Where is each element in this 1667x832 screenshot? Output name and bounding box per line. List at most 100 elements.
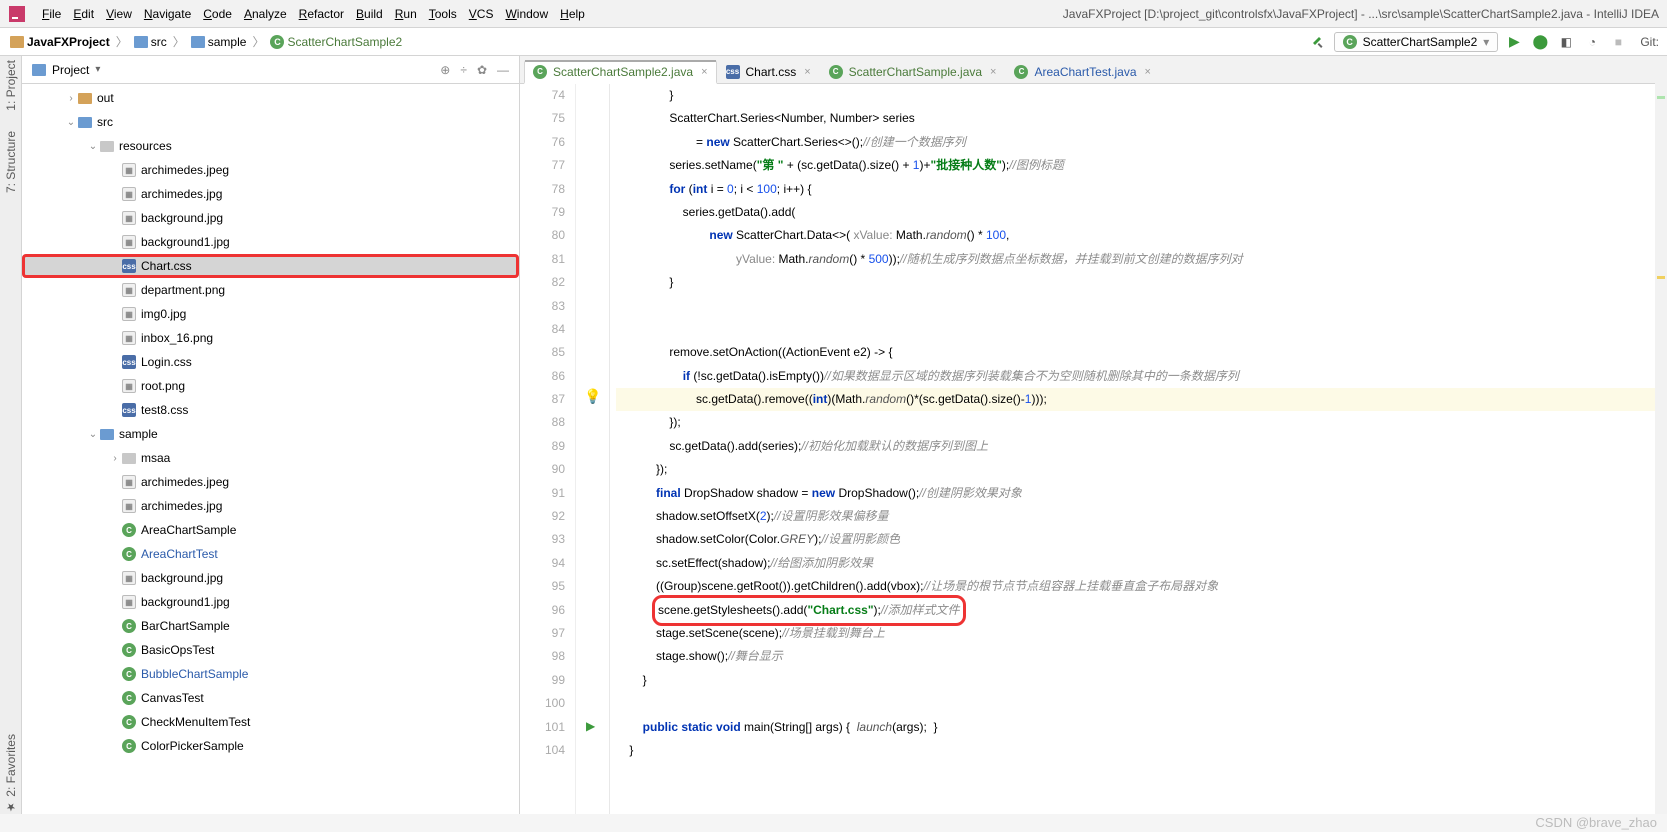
gear-icon[interactable]: ✿ (477, 63, 487, 77)
tree-item-BubbleChartSample[interactable]: CBubbleChartSample (22, 662, 519, 686)
tree-item-ColorPickerSample[interactable]: CColorPickerSample (22, 734, 519, 758)
code-line-88[interactable]: }); (616, 411, 1667, 434)
code-line-79[interactable]: series.getData().add( (616, 201, 1667, 224)
menu-window[interactable]: Window (499, 7, 554, 21)
tree-item-BasicOpsTest[interactable]: CBasicOpsTest (22, 638, 519, 662)
code-line-104[interactable]: } (616, 739, 1667, 762)
tab-ScatterChartSample.java[interactable]: CScatterChartSample.java× (820, 59, 1006, 83)
coverage-icon[interactable]: ◧ (1556, 32, 1576, 52)
tree-item-background.jpg[interactable]: ▦background.jpg (22, 206, 519, 230)
code-editor[interactable]: } ScatterChart.Series<Number, Number> se… (610, 84, 1667, 814)
tree-item-BarChartSample[interactable]: CBarChartSample (22, 614, 519, 638)
tree-item-archimedes.jpeg[interactable]: ▦archimedes.jpeg (22, 470, 519, 494)
close-icon[interactable]: × (701, 66, 707, 78)
run-icon[interactable]: ▶ (1504, 32, 1524, 52)
code-line-92[interactable]: shadow.setOffsetX(2);//设置阴影效果偏移量 (616, 505, 1667, 528)
menu-view[interactable]: View (100, 7, 138, 21)
tree-item-src[interactable]: ⌄src (22, 110, 519, 134)
menu-file[interactable]: File (36, 7, 67, 21)
code-line-82[interactable]: } (616, 271, 1667, 294)
tree-item-CanvasTest[interactable]: CCanvasTest (22, 686, 519, 710)
tree-item-archimedes.jpg[interactable]: ▦archimedes.jpg (22, 494, 519, 518)
code-line-100[interactable] (616, 692, 1667, 715)
target-icon[interactable]: ⊕ (440, 63, 450, 77)
code-line-76[interactable]: = new ScatterChart.Series<>();//创建一个数据序列 (616, 131, 1667, 154)
tree-item-sample[interactable]: ⌄sample (22, 422, 519, 446)
tree-item-root.png[interactable]: ▦root.png (22, 374, 519, 398)
tree-item-inbox_16.png[interactable]: ▦inbox_16.png (22, 326, 519, 350)
bulb-icon[interactable]: 💡 (584, 388, 601, 405)
code-line-93[interactable]: shadow.setColor(Color.GREY);//设置阴影颜色 (616, 528, 1667, 551)
code-line-99[interactable]: } (616, 669, 1667, 692)
project-tree[interactable]: ›out⌄src⌄resources▦archimedes.jpeg▦archi… (22, 84, 519, 814)
menu-build[interactable]: Build (350, 7, 389, 21)
tree-item-department.png[interactable]: ▦department.png (22, 278, 519, 302)
tree-item-out[interactable]: ›out (22, 86, 519, 110)
collapse-icon[interactable]: — (497, 63, 509, 77)
divide-icon[interactable]: ÷ (460, 63, 467, 77)
tree-item-test8.css[interactable]: csstest8.css (22, 398, 519, 422)
menu-analyze[interactable]: Analyze (238, 7, 293, 21)
run-config-selector[interactable]: C ScatterChartSample2 ▾ (1334, 32, 1499, 52)
crumb-src[interactable]: src (132, 35, 169, 49)
tree-item-background1.jpg[interactable]: ▦background1.jpg (22, 230, 519, 254)
menu-refactor[interactable]: Refactor (293, 7, 350, 21)
project-panel-header[interactable]: Project ▾ ⊕ ÷ ✿ — (22, 56, 519, 84)
menu-help[interactable]: Help (554, 7, 591, 21)
run-gutter-icon[interactable]: ▶ (586, 719, 595, 733)
crumb-ScatterChartSample2[interactable]: CScatterChartSample2 (268, 35, 404, 49)
tree-item-resources[interactable]: ⌄resources (22, 134, 519, 158)
code-line-80[interactable]: new ScatterChart.Data<>( xValue: Math.ra… (616, 224, 1667, 247)
tab-ScatterChartSample2.java[interactable]: CScatterChartSample2.java× (524, 60, 717, 84)
tree-item-background1.jpg[interactable]: ▦background1.jpg (22, 590, 519, 614)
stop-icon[interactable]: ■ (1608, 32, 1628, 52)
tree-item-background.jpg[interactable]: ▦background.jpg (22, 566, 519, 590)
code-line-91[interactable]: final DropShadow shadow = new DropShadow… (616, 482, 1667, 505)
tab-Chart.css[interactable]: cssChart.css× (717, 59, 820, 83)
menu-code[interactable]: Code (197, 7, 238, 21)
menu-tools[interactable]: Tools (423, 7, 463, 21)
code-line-98[interactable]: stage.show();//舞台显示 (616, 645, 1667, 668)
menu-run[interactable]: Run (389, 7, 423, 21)
code-line-101[interactable]: public static void main(String[] args) {… (616, 716, 1667, 739)
code-line-89[interactable]: sc.getData().add(series);//初始化加载默认的数据序列到… (616, 435, 1667, 458)
menu-vcs[interactable]: VCS (463, 7, 500, 21)
code-line-78[interactable]: for (int i = 0; i < 100; i++) { (616, 178, 1667, 201)
code-line-94[interactable]: sc.setEffect(shadow);//给图添加阴影效果 (616, 552, 1667, 575)
code-line-86[interactable]: if (!sc.getData().isEmpty())//如果数据显示区域的数… (616, 365, 1667, 388)
code-line-95[interactable]: ((Group)scene.getRoot()).getChildren().a… (616, 575, 1667, 598)
hammer-icon[interactable] (1308, 32, 1328, 52)
code-line-87[interactable]: sc.getData().remove((int)(Math.random()*… (616, 388, 1667, 411)
code-line-75[interactable]: ScatterChart.Series<Number, Number> seri… (616, 107, 1667, 130)
code-line-97[interactable]: stage.setScene(scene);//场景挂载到舞台上 (616, 622, 1667, 645)
tree-item-archimedes.jpg[interactable]: ▦archimedes.jpg (22, 182, 519, 206)
tree-item-AreaChartSample[interactable]: CAreaChartSample (22, 518, 519, 542)
editor-scrollbar[interactable] (1655, 56, 1667, 814)
tree-item-Login.css[interactable]: cssLogin.css (22, 350, 519, 374)
crumb-sample[interactable]: sample (189, 35, 249, 49)
code-line-84[interactable] (616, 318, 1667, 341)
code-line-96[interactable]: scene.getStylesheets().add("Chart.css");… (616, 599, 1667, 622)
close-icon[interactable]: × (1145, 66, 1151, 78)
tree-item-CheckMenuItemTest[interactable]: CCheckMenuItemTest (22, 710, 519, 734)
tab-AreaChartTest.java[interactable]: CAreaChartTest.java× (1005, 59, 1159, 83)
tree-item-archimedes.jpeg[interactable]: ▦archimedes.jpeg (22, 158, 519, 182)
tree-item-img0.jpg[interactable]: ▦img0.jpg (22, 302, 519, 326)
code-line-85[interactable]: remove.setOnAction((ActionEvent e2) -> { (616, 341, 1667, 364)
code-line-77[interactable]: series.setName("第 " + (sc.getData().size… (616, 154, 1667, 177)
menu-edit[interactable]: Edit (67, 7, 100, 21)
profile-icon[interactable]: ◔ (1582, 32, 1602, 52)
tree-item-AreaChartTest[interactable]: CAreaChartTest (22, 542, 519, 566)
debug-icon[interactable]: ⬤ (1530, 32, 1550, 52)
edge-favorites[interactable]: ★ 2: Favorites (4, 734, 18, 814)
code-line-90[interactable]: }); (616, 458, 1667, 481)
tree-item-msaa[interactable]: ›msaa (22, 446, 519, 470)
code-line-83[interactable] (616, 295, 1667, 318)
edge-project[interactable]: 1: Project (4, 60, 18, 111)
code-line-74[interactable]: } (616, 84, 1667, 107)
close-icon[interactable]: × (990, 66, 996, 78)
close-icon[interactable]: × (804, 66, 810, 78)
crumb-JavaFXProject[interactable]: JavaFXProject (8, 35, 112, 49)
code-line-81[interactable]: yValue: Math.random() * 500));//随机生成序列数据… (616, 248, 1667, 271)
edge-structure[interactable]: 7: Structure (4, 131, 18, 193)
